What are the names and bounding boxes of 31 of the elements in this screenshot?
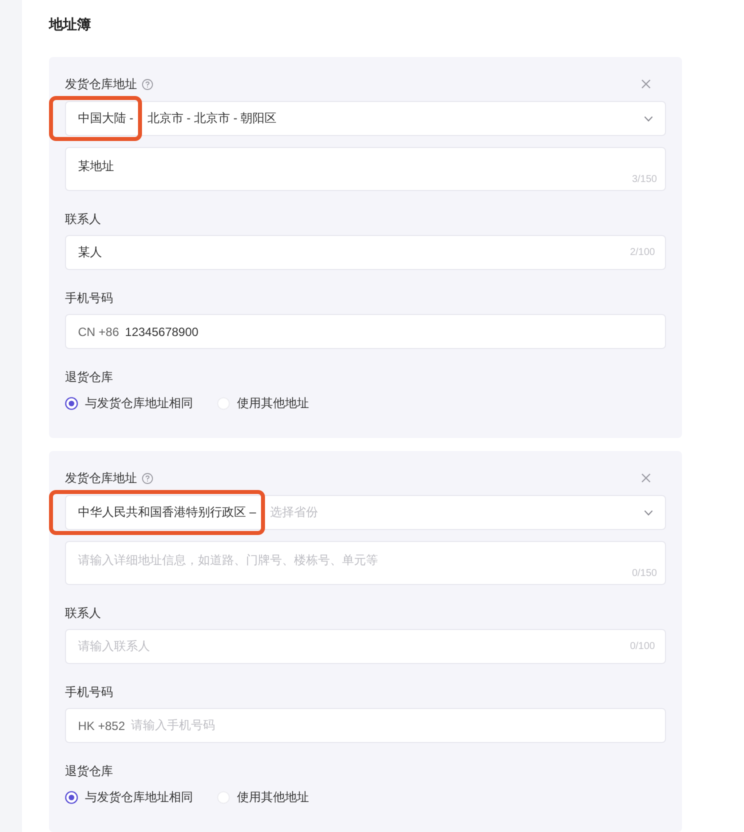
char-counter: 0/100: [630, 640, 655, 652]
close-icon[interactable]: [641, 473, 651, 483]
phone-field[interactable]: HK +852 请输入手机号码: [65, 708, 666, 743]
field-label: 联系人: [65, 605, 101, 621]
char-counter: 3/150: [632, 174, 657, 186]
chevron-down-icon: [644, 510, 653, 516]
radio-option[interactable]: 与发货仓库地址相同: [65, 789, 193, 805]
phone-field[interactable]: CN +86 12345678900: [65, 314, 666, 349]
help-icon: [142, 78, 153, 90]
field-label: 退货仓库: [65, 763, 113, 779]
field-label: 发货仓库地址: [65, 76, 137, 92]
radio-option[interactable]: 与发货仓库地址相同: [65, 395, 193, 411]
close-icon[interactable]: [641, 79, 651, 89]
radio-option[interactable]: 使用其他地址: [217, 789, 309, 805]
contact-field[interactable]: 某人 2/100: [65, 235, 666, 270]
field-label: 退货仓库: [65, 369, 113, 385]
address-field[interactable]: 某地址 3/150: [65, 147, 666, 191]
country-code: CN +86: [78, 324, 120, 338]
chevron-down-icon: [644, 116, 653, 122]
page-title: 地址簿: [49, 15, 91, 34]
country-code: HK +852: [78, 718, 126, 732]
help-icon: [142, 472, 153, 484]
field-label: 手机号码: [65, 290, 113, 306]
field-label: 手机号码: [65, 684, 113, 700]
region-select[interactable]: 中华人民共和国香港特别行政区 – 选择省份: [65, 495, 666, 530]
radio-option[interactable]: 使用其他地址: [217, 395, 309, 411]
char-counter: 2/100: [630, 246, 655, 258]
char-counter: 0/150: [632, 568, 657, 580]
field-label: 发货仓库地址: [65, 470, 137, 486]
field-label: 联系人: [65, 211, 101, 227]
region-select[interactable]: 中国大陆 - 北京市 - 北京市 - 朝阳区: [65, 101, 666, 136]
